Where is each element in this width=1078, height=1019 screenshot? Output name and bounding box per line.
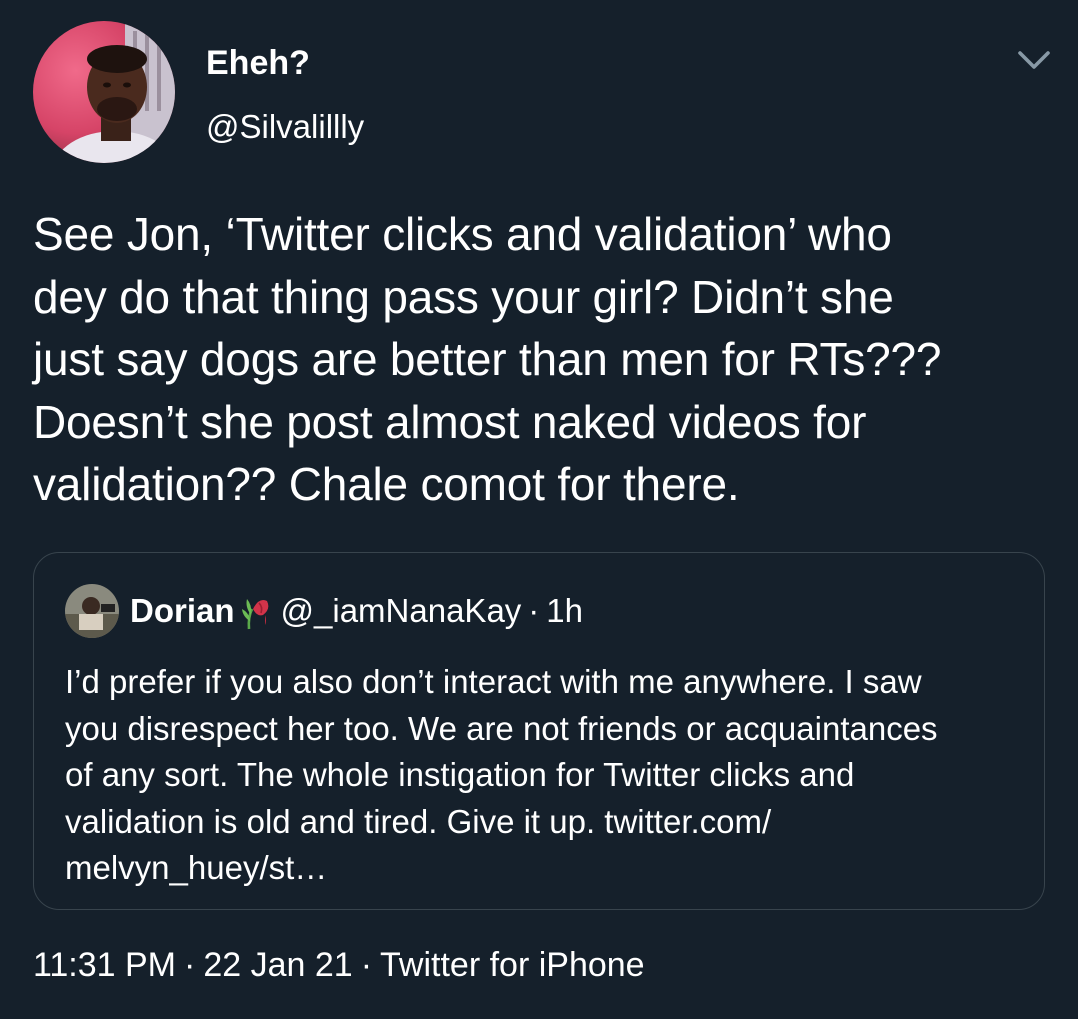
- quoted-tweet-time: 1h: [546, 592, 584, 629]
- tweet-text-line: dey do that thing pass your girl? Didn’t…: [33, 270, 894, 323]
- author-avatar[interactable]: [33, 21, 175, 163]
- quoted-author-avatar: [65, 584, 119, 638]
- tweet-source-link[interactable]: Twitter for iPhone: [380, 946, 645, 984]
- author-handle[interactable]: @Silvalillly: [206, 107, 364, 147]
- quoted-text-line: validation is old and tired. Give it up.…: [65, 802, 772, 840]
- separator-dot: ·: [360, 946, 373, 984]
- tweet-text: See Jon, ‘Twitter clicks and validation’…: [33, 203, 1063, 516]
- quoted-text-line: I’d prefer if you also don’t interact wi…: [65, 663, 922, 700]
- quoted-text-line: melvyn_huey/st…: [65, 849, 328, 886]
- tweet-time[interactable]: 11:31 PM: [33, 946, 176, 984]
- wilted-flower-icon: [239, 591, 273, 631]
- tweet-text-line: just say dogs are better than men for RT…: [33, 333, 942, 385]
- quoted-text-line: of any sort. The whole instigation for T…: [65, 756, 855, 793]
- separator-dot: ·: [184, 946, 196, 984]
- author-display-name[interactable]: Eheh?: [206, 43, 310, 83]
- quoted-author-name: Dorian: [130, 592, 235, 629]
- quoted-tweet-header: Dorian @_iamNanaKay · 1h: [130, 591, 583, 631]
- quoted-tweet-text: I’d prefer if you also don’t interact wi…: [65, 659, 1015, 892]
- separator-dot: ·: [528, 592, 540, 629]
- quoted-author-handle: @_iamNanaKay: [280, 592, 522, 629]
- tweet-metadata: 11:31 PM · 22 Jan 21 · Twitter for iPhone: [33, 944, 645, 986]
- chevron-down-icon[interactable]: [1014, 46, 1054, 74]
- tweet-text-line: Doesn’t she post almost naked videos for: [33, 395, 867, 448]
- tweet-text-line: See Jon, ‘Twitter clicks and validation’…: [33, 208, 892, 260]
- quoted-tweet-card[interactable]: Dorian @_iamNanaKay · 1h I’d prefer if y…: [33, 552, 1045, 910]
- tweet-date[interactable]: 22 Jan 21: [203, 946, 352, 984]
- profile-photo: [33, 21, 175, 163]
- quoted-text-line: you disrespect her too. We are not frien…: [65, 709, 938, 747]
- tweet-text-line: validation?? Chale comot for there.: [33, 458, 740, 510]
